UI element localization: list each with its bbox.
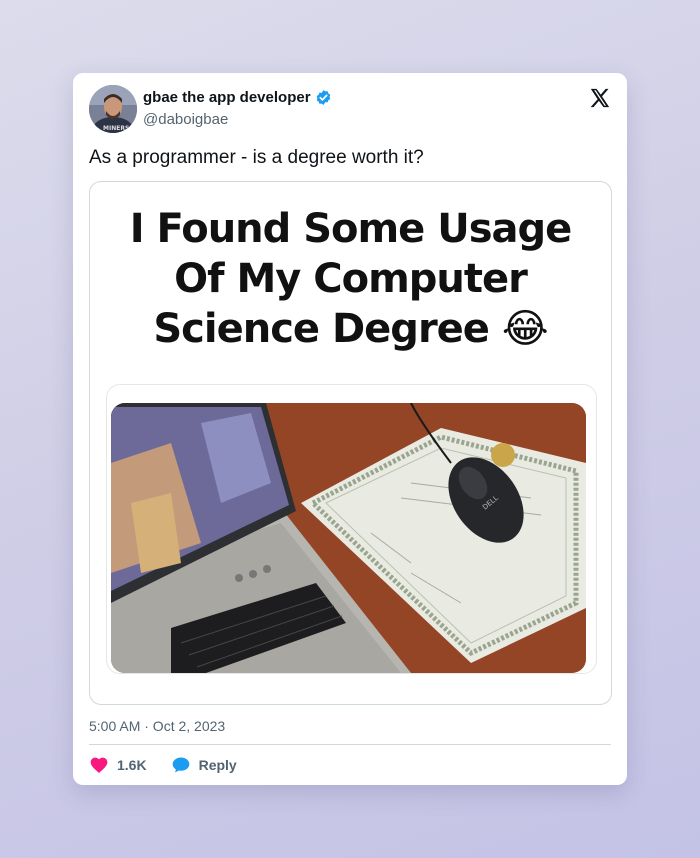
heart-icon (90, 757, 108, 773)
tweet-media[interactable]: I Found Some Usage Of My Computer Scienc… (89, 181, 612, 705)
laughing-emoji: 😂 (501, 306, 549, 352)
x-logo-icon[interactable] (589, 87, 611, 109)
action-bar: 1.6K Reply (89, 755, 261, 775)
display-name[interactable]: gbae the app developer (143, 89, 311, 106)
reply-button[interactable]: Reply (171, 755, 237, 775)
tweet-card: MINERS gbae the app developer @daboigbae… (73, 73, 627, 785)
divider (89, 744, 611, 745)
verified-badge-icon (316, 90, 330, 105)
handle[interactable]: @daboigbae (143, 111, 228, 128)
author-row: gbae the app developer (143, 89, 332, 106)
like-button[interactable]: 1.6K (89, 755, 147, 775)
like-count: 1.6K (117, 757, 147, 773)
meme-headline: I Found Some Usage Of My Computer Scienc… (90, 204, 611, 354)
meme-headline-line3-row: Science Degree 😂 (90, 304, 611, 354)
tweet-timestamp[interactable]: 5:00 AM · Oct 2, 2023 (89, 718, 225, 734)
meme-headline-line1: I Found Some Usage (129, 206, 573, 252)
meme-photo: DELL (111, 403, 586, 673)
meme-headline-line2: Of My Computer (174, 256, 528, 302)
svg-text:MINERS: MINERS (103, 125, 129, 132)
tweet-text: As a programmer - is a degree worth it? (89, 147, 424, 168)
meme-headline-line3: Science Degree (153, 306, 490, 352)
speech-bubble-icon (172, 757, 189, 773)
reply-label: Reply (198, 757, 237, 773)
avatar[interactable]: MINERS (89, 85, 137, 133)
meme-photo-frame: DELL (106, 384, 597, 674)
